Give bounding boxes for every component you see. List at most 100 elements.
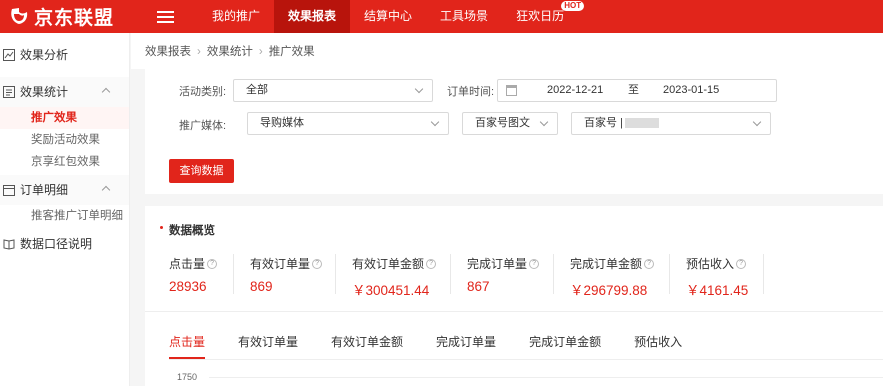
help-icon[interactable]: ? xyxy=(207,259,218,269)
divider xyxy=(233,254,234,294)
metric-completed-order-amount: 完成订单金额? ￥296799.88 xyxy=(570,255,655,299)
promo-media-select[interactable]: 导购媒体 xyxy=(247,112,449,135)
sidebar-group-order-detail[interactable]: 订单明细 xyxy=(0,175,129,205)
sidebar-group-label: 效果统计 xyxy=(20,85,69,99)
sidebar-item-reward-activity[interactable]: 奖励活动效果 xyxy=(0,129,129,151)
breadcrumb-current: 推广效果 xyxy=(268,46,315,58)
metric-value: 869 xyxy=(250,279,273,294)
main-nav: 我的推广 效果报表 结算中心 工具场景 狂欢日历 HOT xyxy=(198,0,585,33)
breadcrumb-item[interactable]: 效果报表 xyxy=(145,46,191,58)
activity-type-select[interactable]: 全部 xyxy=(233,79,433,102)
metric-valid-order-amount: 有效订单金额? ￥300451.44 xyxy=(352,255,437,299)
help-icon[interactable]: ? xyxy=(529,259,540,269)
sidebar-group-effect-stats[interactable]: 效果统计 xyxy=(0,77,129,107)
breadcrumb-separator-icon: › xyxy=(258,46,263,58)
sidebar-group-label: 效果分析 xyxy=(20,48,69,62)
metric-label: 预估收入 xyxy=(686,257,735,271)
nav-my-promotion[interactable]: 我的推广 xyxy=(198,0,274,33)
promo-media-label: 推广媒体: xyxy=(179,120,227,132)
sidebar-group-effect-analysis[interactable]: 效果分析 xyxy=(0,40,129,70)
metric-value: ￥4161.45 xyxy=(686,283,749,298)
date-separator: 至 xyxy=(628,84,639,96)
help-icon[interactable]: ? xyxy=(312,259,323,269)
metric-estimated-income: 预估收入? ￥4161.45 xyxy=(686,255,748,299)
help-icon[interactable]: ? xyxy=(644,259,655,269)
breadcrumb-separator-icon: › xyxy=(197,46,201,58)
filter-panel: 活动类别: 全部 订单时间: 2022-12-21 至 2023-01-15 推… xyxy=(145,69,883,194)
date-start[interactable]: 2022-12-21 xyxy=(547,80,603,101)
sidebar-item-order-detail[interactable]: 推客推广订单明细 xyxy=(0,205,129,227)
nav-carnival-label: 狂欢日历 xyxy=(516,9,565,23)
query-data-button[interactable]: 查询数据 xyxy=(169,159,234,183)
tab-completed-orders[interactable]: 完成订单量 xyxy=(436,333,496,359)
metric-tabs: 点击量 有效订单量 有效订单金额 完成订单量 完成订单金额 预估收入 xyxy=(169,333,715,359)
tab-valid-order-amount[interactable]: 有效订单金额 xyxy=(331,333,403,359)
data-overview-panel: 数据概览 点击量? 28936 有效订单量? 869 有效订单金额? ￥3004… xyxy=(145,206,883,386)
media-type-value: 百家号图文 xyxy=(475,117,530,129)
date-end[interactable]: 2023-01-15 xyxy=(663,80,719,101)
menu-toggle-icon[interactable] xyxy=(157,11,174,23)
chart-gridline xyxy=(209,377,883,378)
metric-label: 点击量 xyxy=(169,257,206,271)
account-select[interactable]: 百家号 | xyxy=(571,112,771,135)
tab-estimated-income[interactable]: 预估收入 xyxy=(634,333,682,359)
metric-label: 有效订单量 xyxy=(250,257,311,271)
breadcrumb: 效果报表 › 效果统计 › 推广效果 xyxy=(131,33,883,69)
metric-completed-orders: 完成订单量? 867 xyxy=(467,255,540,299)
hot-badge: HOT xyxy=(561,1,585,11)
sidebar-item-promotion-effect[interactable]: 推广效果 xyxy=(0,107,129,129)
stats-icon xyxy=(3,86,15,98)
activity-type-value: 全部 xyxy=(246,84,268,96)
jd-dog-logo-icon xyxy=(11,8,28,24)
chevron-down-icon xyxy=(414,84,424,94)
tabs-underline xyxy=(169,359,883,360)
nav-effect-report[interactable]: 效果报表 xyxy=(274,0,351,33)
order-time-label: 订单时间: xyxy=(447,86,495,98)
order-icon xyxy=(3,185,15,196)
metric-label: 有效订单金额 xyxy=(352,257,425,271)
account-prefix: 百家号 | xyxy=(584,117,623,129)
metric-value: 867 xyxy=(467,279,490,294)
help-icon[interactable]: ? xyxy=(426,259,437,269)
top-navbar: 京东联盟 我的推广 效果报表 结算中心 工具场景 狂欢日历 HOT xyxy=(0,0,883,33)
metric-value: ￥296799.88 xyxy=(570,283,648,298)
nav-carnival-calendar[interactable]: 狂欢日历 HOT xyxy=(502,0,585,33)
tab-completed-order-amount[interactable]: 完成订单金额 xyxy=(529,333,601,359)
media-type-select[interactable]: 百家号图文 xyxy=(462,112,558,135)
section-divider xyxy=(145,311,883,312)
sidebar-item-red-packet[interactable]: 京享红包效果 xyxy=(0,151,129,173)
sidebar: 效果分析 效果统计 推广效果 奖励活动效果 京享红包效果 订单明细 推客推广订单… xyxy=(0,33,130,386)
metric-label: 完成订单量 xyxy=(467,257,528,271)
activity-type-label: 活动类别: xyxy=(179,86,227,98)
tab-valid-orders[interactable]: 有效订单量 xyxy=(238,333,298,359)
chart-icon xyxy=(3,49,15,61)
chevron-down-icon xyxy=(752,117,762,127)
promo-media-value: 导购媒体 xyxy=(260,117,304,129)
sidebar-group-label: 订单明细 xyxy=(20,183,69,197)
sidebar-group-data-definition[interactable]: 数据口径说明 xyxy=(0,229,129,259)
calendar-icon xyxy=(506,85,517,96)
metric-value: 28936 xyxy=(169,279,207,294)
divider xyxy=(669,254,670,294)
order-date-range[interactable]: 2022-12-21 至 2023-01-15 xyxy=(497,79,777,102)
tab-clicks[interactable]: 点击量 xyxy=(169,333,206,359)
nav-tools[interactable]: 工具场景 xyxy=(426,0,502,33)
nav-settlement[interactable]: 结算中心 xyxy=(350,0,426,33)
overview-title: 数据概览 xyxy=(169,225,215,237)
help-icon[interactable]: ? xyxy=(736,259,747,269)
divider xyxy=(450,254,451,294)
metric-label: 完成订单金额 xyxy=(570,257,643,271)
metric-clicks: 点击量? 28936 xyxy=(169,255,218,299)
divider xyxy=(553,254,554,294)
chevron-down-icon xyxy=(430,117,440,127)
breadcrumb-item[interactable]: 效果统计 xyxy=(207,46,253,58)
redacted-account-name xyxy=(624,118,659,129)
metric-value: ￥300451.44 xyxy=(352,283,430,298)
chevron-down-icon xyxy=(539,117,549,127)
chevron-up-icon xyxy=(101,87,111,97)
sidebar-group-label: 数据口径说明 xyxy=(20,237,93,251)
title-marker-icon xyxy=(160,226,163,229)
book-icon xyxy=(3,239,15,250)
jd-union-logo[interactable]: 京东联盟 xyxy=(8,4,114,29)
divider xyxy=(335,254,336,294)
